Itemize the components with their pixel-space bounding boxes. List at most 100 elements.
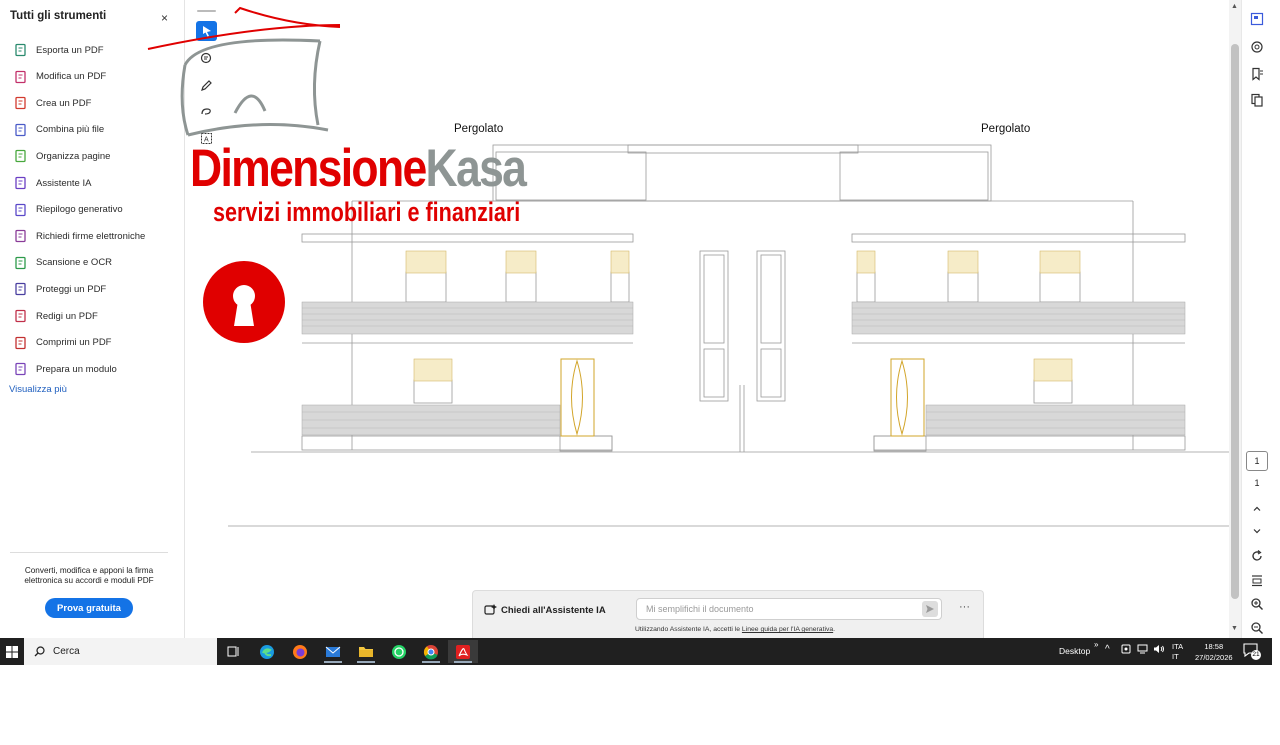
file-explorer-icon[interactable]: [351, 640, 381, 663]
scroll-up-arrow-icon[interactable]: ▲: [1231, 3, 1238, 10]
ai-question-input[interactable]: Mi semplifichi il documento: [636, 598, 942, 620]
tool-item-label: Crea un PDF: [36, 97, 92, 109]
tool-item[interactable]: Redigi un PDF: [14, 307, 98, 325]
tool-item-label: Assistente IA: [36, 177, 92, 189]
notification-icon[interactable]: 21: [1242, 642, 1262, 661]
pages-icon[interactable]: [1249, 92, 1265, 108]
tool-item-label: Comprimi un PDF: [36, 337, 112, 349]
tray-overflow-icon[interactable]: ^: [1105, 644, 1110, 655]
tool-item[interactable]: Richiedi firme elettroniche: [14, 227, 145, 245]
tool-item-label: Richiedi firme elettroniche: [36, 230, 146, 242]
tool-item-label: Modifica un PDF: [36, 71, 107, 83]
whatsapp-icon[interactable]: [384, 640, 414, 663]
pen-icon[interactable]: [196, 75, 217, 95]
compress-pdf-icon: [15, 336, 26, 349]
request-signatures-icon: [15, 230, 26, 243]
tool-item[interactable]: Scansione e OCR: [14, 254, 112, 272]
scrollbar-thumb[interactable]: [1231, 44, 1239, 599]
ai-guidelines-link[interactable]: Linee guida per l'IA generativa: [742, 626, 833, 633]
vertical-scrollbar[interactable]: ▲ ▼: [1229, 0, 1241, 638]
send-icon[interactable]: [922, 601, 938, 617]
page-total: 1: [1254, 478, 1260, 488]
search-label: Cerca: [53, 646, 80, 657]
promo-text: Converti, modifica e apponi la firma ele…: [24, 566, 154, 585]
volume-icon[interactable]: [1153, 644, 1165, 657]
link-icon[interactable]: [1249, 39, 1265, 55]
divider: [10, 552, 168, 553]
search-icon: [34, 646, 45, 657]
svg-text:A: A: [204, 136, 209, 143]
text-box-icon[interactable]: A: [196, 128, 217, 148]
rotate-icon[interactable]: [1249, 548, 1265, 564]
free-trial-button[interactable]: Prova gratuita: [45, 598, 133, 618]
acrobat-icon[interactable]: [448, 640, 478, 663]
label-pergolato-right: Pergolato: [981, 123, 1030, 135]
scroll-down-arrow-icon[interactable]: ▼: [1231, 625, 1238, 632]
windows-start-icon[interactable]: [0, 638, 24, 665]
label-pergolato-left: Pergolato: [454, 123, 503, 135]
task-view-icon[interactable]: [218, 640, 248, 663]
tool-item-label: Organizza pagine: [36, 150, 111, 162]
create-pdf-icon: [15, 97, 26, 110]
tool-item-label: Riepilogo generativo: [36, 204, 123, 216]
tool-item[interactable]: Crea un PDF: [14, 94, 91, 112]
tool-item[interactable]: Organizza pagine: [14, 147, 110, 165]
time: 18:58: [1204, 642, 1224, 651]
ai-assistant-icon: [484, 604, 497, 615]
bookmark-icon[interactable]: [1249, 66, 1265, 82]
taskbar-search[interactable]: Cerca: [24, 638, 217, 665]
tool-item[interactable]: Riepilogo generativo: [14, 201, 123, 219]
network-icon[interactable]: [1137, 644, 1149, 657]
scan-ocr-icon: [15, 256, 26, 269]
acrobat-window: Tutti gli strumenti × Esporta un PDF Modi…: [0, 0, 1280, 745]
toolbar-handle[interactable]: [197, 10, 216, 12]
toolbar-expand-icon[interactable]: »: [1094, 640, 1098, 649]
page-number-input[interactable]: 1: [1246, 451, 1268, 471]
edit-panel-icon[interactable]: [1249, 11, 1265, 27]
chrome-icon[interactable]: [416, 640, 446, 663]
panel-title: Tutti gli strumenti: [10, 10, 107, 22]
scroll-mode-icon[interactable]: [1249, 572, 1265, 588]
clock[interactable]: 18:58 27/02/2026: [1195, 641, 1233, 663]
language-indicator[interactable]: ITA IT: [1172, 642, 1183, 662]
notification-count: 21: [1252, 651, 1260, 658]
next-page-icon[interactable]: [1249, 523, 1265, 539]
mail-icon[interactable]: [318, 640, 348, 663]
edit-pdf-icon: [15, 70, 26, 83]
tool-item-label: Esporta un PDF: [36, 44, 104, 56]
tool-item[interactable]: Comprimi un PDF: [14, 334, 112, 352]
tool-item[interactable]: Combina più file: [14, 121, 104, 139]
ai-assistant-icon: [15, 176, 26, 190]
tool-item[interactable]: Prepara un modulo: [14, 360, 117, 378]
windows-taskbar: Cerca Desktop » ^ ITA IT 18:58 27/02/202…: [0, 638, 1272, 665]
export-pdf-icon: [15, 43, 26, 57]
comment-icon[interactable]: [196, 48, 217, 68]
tool-item[interactable]: Assistente IA: [14, 174, 91, 192]
previous-page-icon[interactable]: [1249, 501, 1265, 517]
zoom-in-icon[interactable]: [1249, 596, 1265, 612]
date: 27/02/2026: [1195, 653, 1233, 662]
ai-assistant-bar: Chiedi all'Assistente IA Mi semplifichi …: [472, 590, 984, 638]
all-tools-panel: Tutti gli strumenti × Esporta un PDF Modi…: [0, 0, 185, 638]
right-rail: 1 1: [1241, 0, 1271, 638]
vertical-toolbar: A: [193, 10, 220, 145]
see-more-link[interactable]: Visualizza più: [9, 384, 67, 395]
tray-app-icon[interactable]: [1121, 644, 1131, 657]
architectural-elevation-drawing: Pergolato Pergolato: [228, 123, 1229, 527]
tool-item[interactable]: Proteggi un PDF: [14, 280, 106, 298]
tool-item-label: Proteggi un PDF: [36, 283, 107, 295]
tool-item-label: Scansione e OCR: [36, 257, 113, 269]
prepare-form-icon: [15, 363, 26, 376]
firefox-icon[interactable]: [285, 640, 315, 663]
select-arrow-icon[interactable]: [196, 21, 217, 41]
document-canvas[interactable]: Pergolato Pergolato: [186, 0, 1229, 638]
close-icon[interactable]: ×: [161, 11, 168, 25]
freehand-icon[interactable]: [196, 102, 217, 122]
edge-icon[interactable]: [252, 640, 282, 663]
zoom-out-icon[interactable]: [1249, 620, 1265, 636]
tool-item[interactable]: Esporta un PDF: [14, 41, 104, 59]
desktop-toolbar[interactable]: Desktop: [1059, 646, 1090, 656]
tool-item[interactable]: Modifica un PDF: [14, 68, 106, 86]
more-options-icon[interactable]: ···: [959, 601, 970, 613]
protect-pdf-icon: [15, 283, 26, 296]
